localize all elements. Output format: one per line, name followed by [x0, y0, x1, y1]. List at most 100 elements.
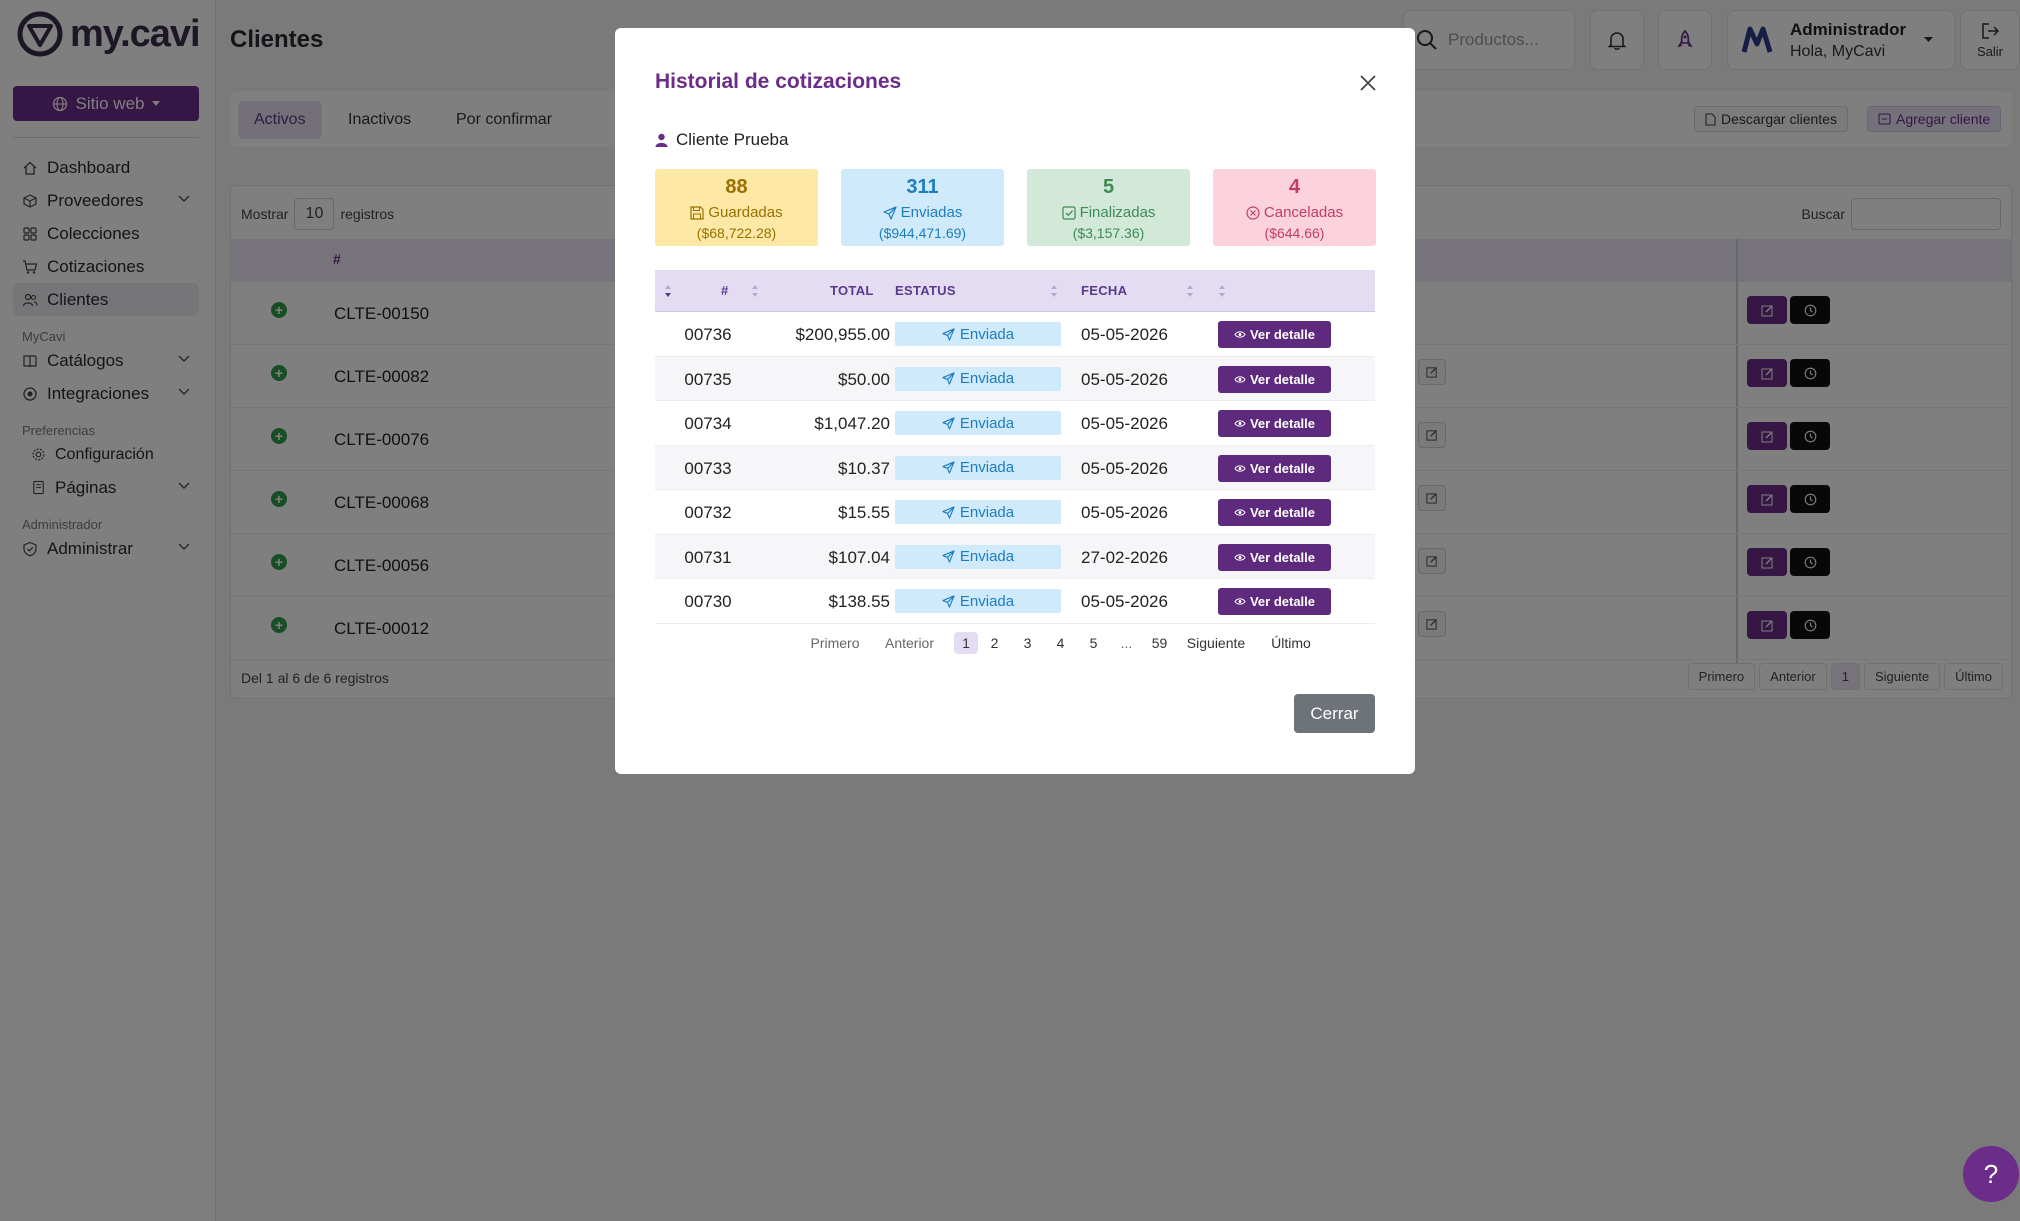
quote-date: 27-02-2026 [1081, 547, 1168, 567]
page-last[interactable]: Último [1256, 632, 1326, 654]
column-number[interactable]: # [721, 283, 729, 298]
page-prev[interactable]: Anterior [873, 632, 946, 654]
page-number[interactable]: 1 [954, 632, 978, 654]
close-modal-button[interactable]: Cerrar [1294, 694, 1375, 733]
status-text: Enviada [959, 414, 1015, 432]
send-icon [942, 461, 955, 474]
stat-label-text: Guardadas [708, 204, 783, 221]
stat-count: 88 [725, 176, 748, 198]
table-row: 00736 $200,955.00 Enviada 05-05-2026 Ver… [655, 312, 1375, 357]
table-row: 00735 $50.00 Enviada 05-05-2026 Ver deta… [655, 356, 1375, 401]
view-detail-button[interactable]: Ver detalle [1218, 454, 1331, 482]
view-detail-label: Ver detalle [1249, 416, 1316, 431]
view-detail-button[interactable]: Ver detalle [1218, 410, 1331, 437]
status-badge: Enviada [895, 589, 1061, 613]
view-detail-label: Ver detalle [1249, 549, 1316, 565]
page-number[interactable]: 4 [1044, 632, 1077, 654]
quote-total: $107.04 [828, 547, 890, 567]
quote-total: $1,047.20 [814, 414, 890, 433]
status-text: Enviada [959, 325, 1015, 343]
send-icon [942, 594, 955, 608]
client-name: Cliente Prueba [655, 130, 788, 150]
quotes-pagination: Primero Anterior 1 2 3 4 5 ... 59 Siguie… [797, 632, 1326, 654]
user-icon [655, 133, 668, 147]
client-name-text: Cliente Prueba [676, 130, 789, 149]
stat-amount: ($3,157.36) [1072, 225, 1145, 241]
stat-amount: ($68,722.28) [696, 225, 777, 241]
eye-icon [1234, 598, 1246, 605]
stat-guardadas: 88 Guardadas ($68,722.28) [655, 169, 818, 246]
table-row: 00734 $1,047.20 Enviada 05-05-2026 Ver d… [655, 401, 1375, 446]
sort-icon[interactable] [750, 282, 760, 300]
quote-number: 00730 [684, 592, 732, 611]
status-text: Enviada [959, 503, 1015, 521]
page-first[interactable]: Primero [797, 632, 873, 654]
quote-number: 00731 [684, 547, 732, 567]
sort-icon[interactable] [663, 282, 673, 300]
view-detail-button[interactable]: Ver detalle [1218, 499, 1331, 526]
table-row: 00733 $10.37 Enviada 05-05-2026 Ver deta… [655, 445, 1375, 490]
status-text: Enviada [959, 548, 1015, 565]
help-button[interactable]: ? [1963, 1146, 2019, 1202]
send-icon [942, 505, 955, 519]
view-detail-label: Ver detalle [1249, 505, 1316, 520]
send-icon [942, 327, 955, 341]
page-number[interactable]: 3 [1011, 632, 1044, 654]
send-icon [942, 550, 955, 563]
view-detail-label: Ver detalle [1249, 371, 1316, 387]
stat-label-text: Finalizadas [1079, 204, 1156, 221]
quote-number: 00733 [684, 458, 732, 478]
stat-label: Guardadas [655, 204, 818, 221]
table-row: 00731 $107.04 Enviada 27-02-2026 Ver det… [655, 534, 1375, 579]
close-icon [1360, 75, 1376, 91]
page-next[interactable]: Siguiente [1176, 632, 1256, 654]
quote-date: 05-05-2026 [1081, 503, 1168, 522]
column-total[interactable]: TOTAL [830, 283, 874, 298]
quote-total: $50.00 [838, 369, 890, 389]
page-number[interactable]: 5 [1077, 632, 1110, 654]
view-detail-button[interactable]: Ver detalle [1218, 365, 1331, 393]
table-row: 00730 $138.55 Enviada 05-05-2026 Ver det… [655, 579, 1375, 624]
column-status[interactable]: ESTATUS [895, 283, 956, 298]
status-text: Enviada [959, 459, 1015, 476]
quote-total: $200,955.00 [795, 325, 890, 344]
quotes-table: # TOTAL ESTATUS FECHA 00736 $200,955.00 … [655, 270, 1375, 624]
cancel-icon [1246, 205, 1260, 220]
eye-icon [1234, 553, 1246, 561]
table-row: 00732 $15.55 Enviada 05-05-2026 Ver deta… [655, 490, 1375, 535]
eye-icon [1234, 420, 1246, 427]
modal-close-button[interactable] [1355, 70, 1381, 96]
stat-amount: ($644.66) [1264, 225, 1325, 241]
status-badge: Enviada [895, 500, 1061, 524]
stat-label-text: Enviadas [900, 204, 963, 221]
send-icon [942, 416, 955, 430]
quote-number: 00736 [684, 325, 732, 344]
stat-label: Canceladas [1213, 204, 1376, 221]
view-detail-button[interactable]: Ver detalle [1218, 543, 1331, 571]
stat-label: Finalizadas [1027, 204, 1190, 221]
page-number[interactable]: 2 [978, 632, 1011, 654]
quote-number: 00734 [684, 414, 732, 433]
column-date[interactable]: FECHA [1081, 283, 1127, 298]
page-number[interactable]: 59 [1143, 632, 1176, 654]
sort-icon[interactable] [1217, 282, 1227, 300]
check-icon [1061, 205, 1076, 220]
stat-count: 5 [1102, 176, 1115, 198]
quotes-table-header: # TOTAL ESTATUS FECHA [655, 270, 1375, 312]
view-detail-label: Ver detalle [1249, 327, 1316, 342]
quote-date: 05-05-2026 [1081, 414, 1168, 433]
eye-icon [1234, 331, 1246, 338]
stat-enviadas: 311 Enviadas ($944,471.69) [841, 169, 1004, 246]
status-badge: Enviada [895, 322, 1061, 346]
status-badge: Enviada [895, 366, 1061, 391]
eye-icon [1234, 464, 1246, 472]
sort-icon[interactable] [1185, 282, 1195, 300]
quote-date: 05-05-2026 [1081, 592, 1168, 611]
save-icon [690, 205, 704, 220]
sort-icon[interactable] [1049, 282, 1059, 300]
quote-number: 00735 [684, 369, 732, 389]
view-detail-button[interactable]: Ver detalle [1218, 321, 1331, 348]
view-detail-button[interactable]: Ver detalle [1218, 588, 1331, 615]
stat-count: 311 [906, 176, 939, 198]
quote-number: 00732 [684, 503, 732, 522]
